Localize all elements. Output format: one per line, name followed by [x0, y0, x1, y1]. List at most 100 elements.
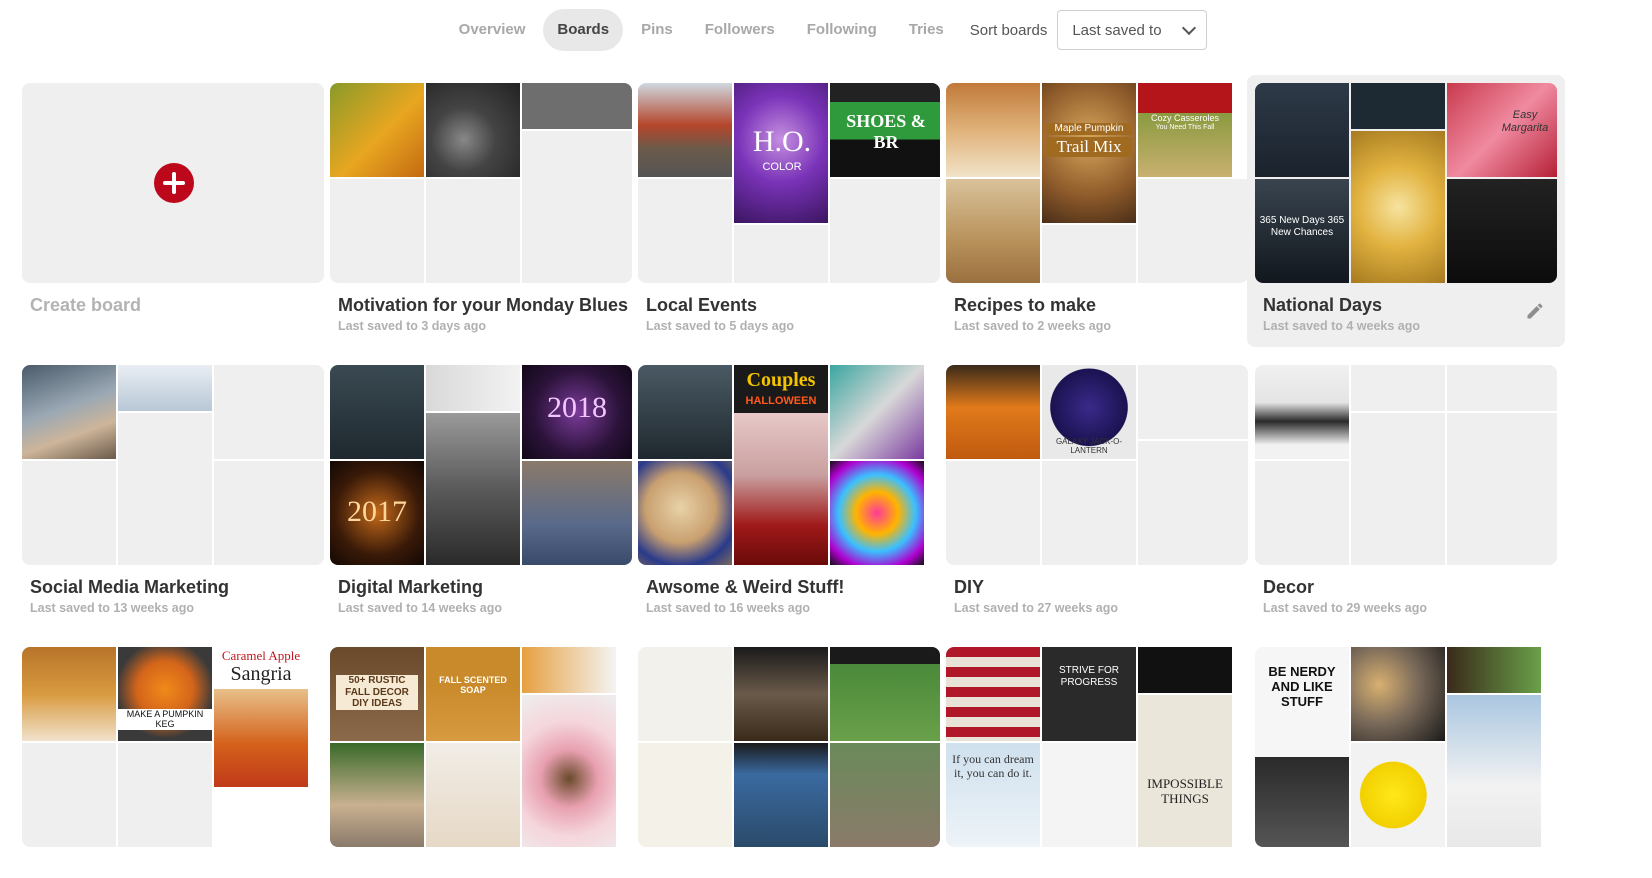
- thumbnail-text: MAKE A PUMPKIN KEG: [118, 709, 212, 730]
- board-thumbnail: [830, 461, 924, 565]
- board-thumbnail: SHOES & BR: [830, 83, 940, 177]
- add-icon[interactable]: [154, 163, 194, 203]
- board-last-saved: Last saved to 14 weeks ago: [338, 601, 502, 615]
- tab-boards[interactable]: Boards: [543, 9, 624, 51]
- board-cover-mosaic: H.O. COLOR SHOES & BR: [638, 83, 940, 283]
- board-thumbnail: [830, 743, 940, 847]
- board-cover-mosaic: BE NERDY AND LIKE STUFF: [1255, 647, 1557, 847]
- board-thumbnail: Easy Margarita: [1447, 83, 1557, 177]
- board-last-saved: Last saved to 2 weeks ago: [954, 319, 1112, 333]
- board-thumbnail-placeholder: [1447, 365, 1557, 411]
- board-title[interactable]: Decor: [1263, 577, 1314, 598]
- board-thumbnail-placeholder: [118, 413, 212, 565]
- board-thumbnail: If you can dream it, you can do it.: [946, 743, 1040, 847]
- board-thumbnail: [946, 179, 1040, 283]
- thumbnail-text: Trail Mix: [1046, 137, 1132, 157]
- board-title[interactable]: Awsome & Weird Stuff!: [646, 577, 844, 598]
- board-cover-mosaic: Easy Margarita 365 New Days 365 New Chan…: [1255, 83, 1557, 283]
- board-thumbnail: [1351, 83, 1445, 129]
- board-thumbnail: [1255, 83, 1349, 177]
- board-thumbnail: [522, 461, 632, 565]
- tab-overview[interactable]: Overview: [445, 9, 540, 51]
- board-thumbnail: [22, 365, 116, 459]
- tab-followers[interactable]: Followers: [691, 9, 789, 51]
- board-thumbnail: [734, 743, 828, 847]
- board-thumbnail-placeholder: [522, 131, 632, 283]
- board-cover-mosaic: MAKE A PUMPKIN KEG Caramel Apple Sangria: [22, 647, 324, 847]
- board-thumbnail: 50+ RUSTIC FALL DECOR DIY IDEAS: [330, 647, 424, 741]
- board-thumbnail: Cozy Casseroles You Need This Fall: [1138, 83, 1232, 177]
- thumbnail-text: 50+ RUSTIC FALL DECOR DIY IDEAS: [336, 675, 418, 710]
- board-thumbnail: [522, 695, 616, 847]
- board-thumbnail-placeholder: [1138, 441, 1248, 565]
- board-thumbnail: [1447, 695, 1541, 847]
- board-thumbnail-placeholder: [118, 743, 212, 847]
- tab-tries[interactable]: Tries: [895, 9, 958, 51]
- thumbnail-text: You Need This Fall: [1155, 124, 1215, 131]
- thumbnail-text: BE NERDY AND LIKE STUFF: [1268, 664, 1336, 709]
- thumbnail-text: HALLOWEEN: [745, 395, 817, 407]
- board-thumbnail: [1351, 647, 1445, 741]
- board-thumbnail-placeholder: [214, 365, 324, 459]
- board-last-saved: Last saved to 5 days ago: [646, 319, 794, 333]
- board-thumbnail: GALAXY JACK-O-LANTERN: [1042, 365, 1136, 459]
- board-last-saved: Last saved to 29 weeks ago: [1263, 601, 1427, 615]
- sort-boards-label: Sort boards: [969, 21, 1048, 39]
- board-cover-mosaic: GALAXY JACK-O-LANTERN: [946, 365, 1248, 565]
- chevron-down-icon: [1182, 20, 1197, 35]
- board-thumbnail: [946, 647, 1040, 741]
- board-title[interactable]: Recipes to make: [954, 295, 1096, 316]
- thumbnail-text: SHOES & BR: [846, 111, 926, 152]
- board-thumbnail: MAKE A PUMPKIN KEG: [118, 647, 212, 741]
- board-thumbnail: [638, 743, 732, 847]
- board-thumbnail: [118, 365, 212, 411]
- create-board-tile[interactable]: [22, 83, 324, 283]
- board-thumbnail: Maple Pumpkin Trail Mix: [1042, 83, 1136, 223]
- board-thumbnail: [946, 83, 1040, 177]
- thumbnail-text: IMPOSSIBLE THINGS: [1147, 776, 1223, 806]
- board-thumbnail: 2017: [330, 461, 424, 565]
- board-title[interactable]: DIY: [954, 577, 984, 598]
- board-title[interactable]: Local Events: [646, 295, 757, 316]
- board-last-saved: Last saved to 27 weeks ago: [954, 601, 1118, 615]
- board-cover-mosaic: 50+ RUSTIC FALL DECOR DIY IDEAS FALL SCE…: [330, 647, 632, 847]
- board-thumbnail-placeholder: [638, 179, 732, 283]
- board-thumbnail-placeholder: [214, 461, 324, 565]
- board-thumbnail-placeholder: [330, 179, 424, 283]
- board-cover-mosaic: Couples HALLOWEEN: [638, 365, 940, 565]
- board-thumbnail-placeholder: [734, 225, 828, 283]
- thumbnail-text: GALAXY JACK-O-LANTERN: [1055, 437, 1123, 456]
- thumbnail-text: Easy Margarita: [1501, 109, 1549, 134]
- board-title[interactable]: Motivation for your Monday Blues: [338, 295, 628, 316]
- board-thumbnail-placeholder: [1042, 461, 1136, 565]
- board-title[interactable]: Digital Marketing: [338, 577, 483, 598]
- board-thumbnail-placeholder: [1351, 365, 1445, 411]
- board-thumbnail: [1351, 131, 1445, 283]
- board-thumbnail: [1447, 647, 1541, 693]
- thumbnail-text: COLOR: [762, 161, 802, 173]
- tab-following[interactable]: Following: [793, 9, 891, 51]
- board-last-saved: Last saved to 16 weeks ago: [646, 601, 810, 615]
- board-thumbnail-placeholder: [1447, 413, 1557, 565]
- board-thumbnail-placeholder: [22, 461, 116, 565]
- board-title[interactable]: Social Media Marketing: [30, 577, 229, 598]
- tab-pins[interactable]: Pins: [627, 9, 687, 51]
- board-title[interactable]: National Days: [1263, 295, 1382, 316]
- board-thumbnail: [22, 647, 116, 741]
- thumbnail-text: 365 New Days 365 New Chances: [1259, 215, 1345, 238]
- board-thumbnail: [734, 647, 828, 741]
- thumbnail-text: Sangria: [230, 663, 292, 685]
- sort-boards-select[interactable]: Last saved to: [1057, 10, 1208, 50]
- board-thumbnail: [946, 365, 1040, 459]
- board-thumbnail: [830, 647, 940, 741]
- board-last-saved: Last saved to 4 weeks ago: [1263, 319, 1421, 333]
- board-last-saved: Last saved to 3 days ago: [338, 319, 486, 333]
- edit-pencil-icon[interactable]: [1525, 301, 1545, 321]
- profile-nav: Overview Boards Pins Followers Following…: [0, 8, 1652, 52]
- board-thumbnail: [426, 413, 520, 565]
- board-thumbnail: Couples HALLOWEEN: [734, 365, 828, 565]
- board-thumbnail: BE NERDY AND LIKE STUFF: [1255, 647, 1349, 847]
- board-thumbnail: [1138, 647, 1232, 693]
- board-thumbnail: 365 New Days 365 New Chances: [1255, 179, 1349, 283]
- board-thumbnail: [1255, 365, 1349, 459]
